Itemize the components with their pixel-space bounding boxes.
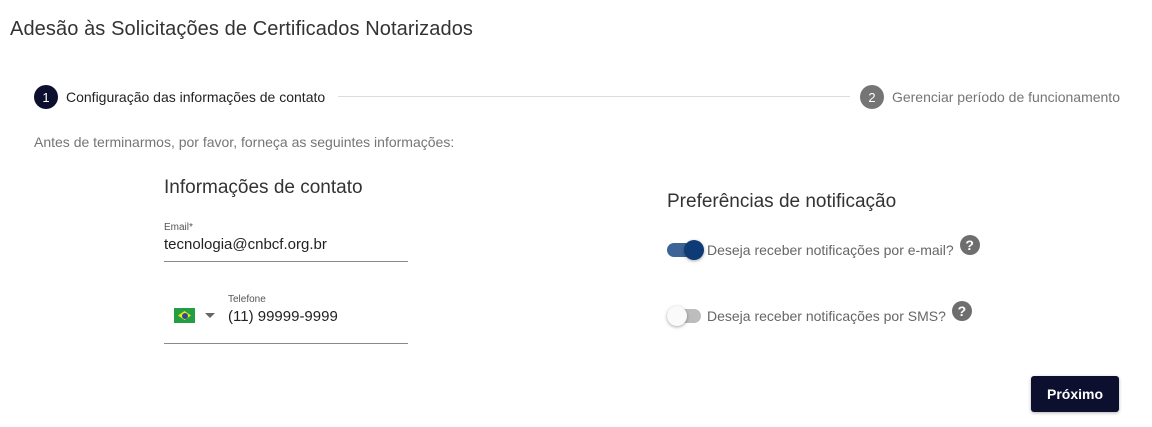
email-label: Email* <box>164 222 193 233</box>
sms-notification-label: Deseja receber notificações por SMS? <box>707 308 946 324</box>
stepper: 1 Configuração das informações de contat… <box>34 85 1120 109</box>
notification-section-title: Preferências de notificação <box>667 191 897 212</box>
phone-label: Telefone <box>228 294 266 305</box>
email-notification-row: Deseja receber notificações por e-mail? … <box>667 235 980 260</box>
step-number-2: 2 <box>859 85 884 109</box>
next-button[interactable]: Próximo <box>1031 376 1119 412</box>
email-field[interactable]: Email* <box>164 222 408 262</box>
step-label-1: Configuração das informações de contato <box>66 89 326 105</box>
email-help-icon[interactable]: ? <box>959 235 980 255</box>
email-notification-label: Deseja receber notificações por e-mail? <box>707 242 954 258</box>
phone-field[interactable]: Telefone <box>164 294 408 344</box>
email-notification-toggle[interactable] <box>667 240 704 260</box>
intro-text: Antes de terminarmos, por favor, forneça… <box>34 134 455 150</box>
email-input[interactable] <box>164 236 408 253</box>
page-title: Adesão às Solicitações de Certificados N… <box>10 18 474 40</box>
step-operating-period[interactable]: 2 Gerenciar período de funcionamento <box>859 85 1120 109</box>
brazil-flag-icon[interactable] <box>174 308 195 323</box>
step-number-1: 1 <box>34 85 58 109</box>
stepper-connector <box>338 96 850 97</box>
sms-help-icon[interactable]: ? <box>951 301 972 321</box>
country-dropdown-caret-icon[interactable] <box>205 313 215 318</box>
sms-notification-toggle[interactable] <box>667 306 703 326</box>
step-label-2: Gerenciar período de funcionamento <box>891 89 1120 105</box>
page: Adesão às Solicitações de Certificados N… <box>0 0 1152 427</box>
phone-input[interactable] <box>228 308 404 325</box>
step-contact-info[interactable]: 1 Configuração das informações de contat… <box>34 85 325 109</box>
sms-notification-row: Deseja receber notificações por SMS? ? <box>667 301 972 326</box>
contact-section-title: Informações de contato <box>164 177 363 198</box>
